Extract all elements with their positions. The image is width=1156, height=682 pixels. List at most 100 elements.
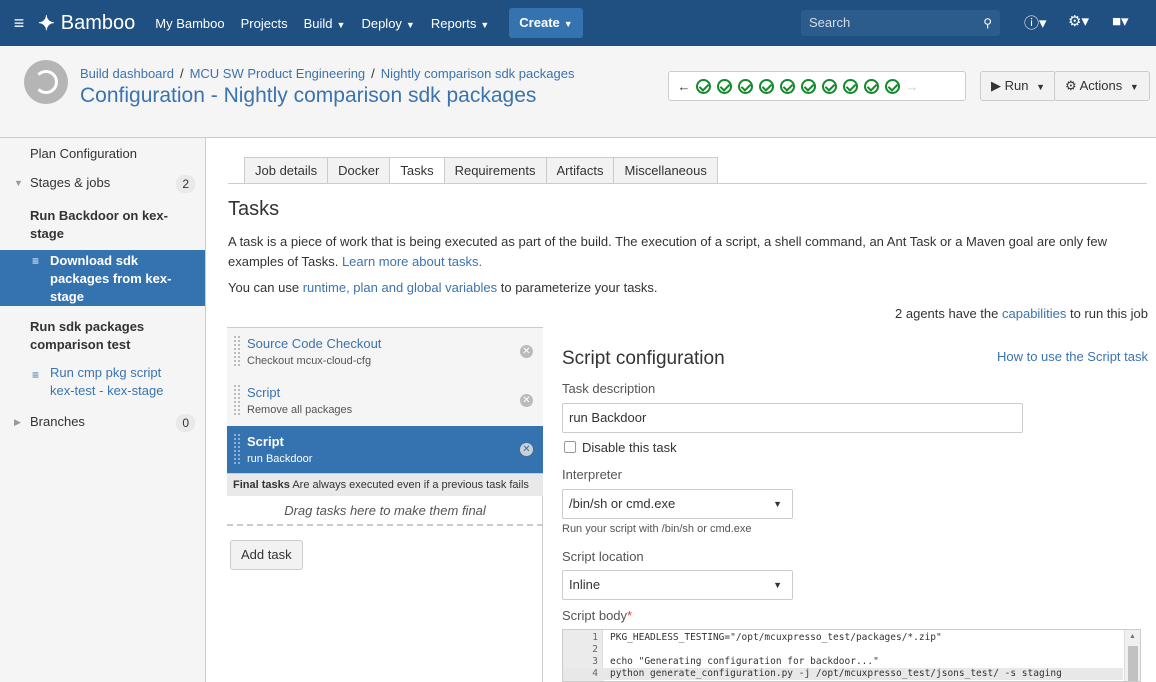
search-input[interactable]: Search ⚲	[801, 10, 1000, 36]
capabilities-link[interactable]: capabilities	[1002, 306, 1066, 321]
chevron-down-icon: ▼	[1129, 82, 1139, 92]
tab-miscellaneous[interactable]: Miscellaneous	[614, 157, 718, 184]
chevron-down-icon: ▼	[563, 19, 573, 29]
line-number: 3	[592, 656, 598, 667]
run-button[interactable]: ▶ Run ▼	[980, 71, 1057, 101]
result-check-icon[interactable]	[801, 78, 816, 94]
job-list-icon: ≡	[32, 368, 40, 382]
scroll-up-arrow-icon[interactable]: ▲	[1129, 633, 1136, 640]
sidebar-job-download-sdk[interactable]: ≡ Download sdk packages from kex-stage	[0, 250, 205, 306]
nav-deploy[interactable]: Deploy ▼	[361, 16, 414, 31]
tasks-intro: A task is a piece of work that is being …	[228, 232, 1143, 272]
result-check-icon[interactable]	[717, 78, 732, 94]
tab-requirements[interactable]: Requirements	[444, 157, 547, 184]
expand-triangle-icon[interactable]: ▼	[14, 178, 23, 188]
result-check-icon[interactable]	[738, 78, 753, 94]
sidebar-stage-comparison[interactable]: Run sdk packages comparison test	[0, 318, 205, 354]
variables-pre: You can use	[228, 280, 300, 295]
nav-my-bamboo[interactable]: My Bamboo	[155, 16, 224, 31]
agents-note: 2 agents have the capabilities to run th…	[895, 306, 1148, 321]
breadcrumb-plan[interactable]: Nightly comparison sdk packages	[381, 66, 575, 81]
branches-label: Branches	[30, 414, 85, 429]
variables-link[interactable]: runtime, plan and global variables	[303, 280, 497, 295]
task-description: Checkout mcux-cloud-cfg	[247, 355, 372, 367]
tab-job-details[interactable]: Job details	[244, 157, 329, 184]
help-icon[interactable]: ⓘ▾	[1024, 12, 1047, 33]
drag-handle-icon[interactable]	[234, 336, 240, 366]
sidebar-item-plan-configuration[interactable]: Plan Configuration	[0, 146, 205, 161]
chevron-down-icon: ▼	[773, 499, 782, 509]
actions-label: Actions	[1079, 78, 1123, 93]
code-text: PKG_HEADLESS_TESTING="/opt/mcuxpresso_te…	[610, 632, 942, 643]
result-check-icon[interactable]	[696, 78, 711, 94]
drag-handle-icon[interactable]	[234, 385, 240, 415]
script-help-link[interactable]: How to use the Script task	[997, 349, 1148, 364]
add-task-button[interactable]: Add task	[230, 540, 303, 570]
stages-count-badge: 2	[176, 175, 195, 193]
interpreter-select[interactable]: /bin/sh or cmd.exe ▼	[562, 489, 793, 519]
sidebar-item-stages-jobs[interactable]: ▼ Stages & jobs 2	[0, 175, 205, 193]
result-check-icon[interactable]	[780, 78, 795, 94]
create-button[interactable]: Create ▼	[509, 8, 583, 38]
line-number: 4	[592, 668, 598, 679]
final-tasks-note: Are always executed even if a previous t…	[292, 479, 529, 491]
tab-docker[interactable]: Docker	[328, 157, 391, 184]
learn-more-link[interactable]: Learn more about tasks.	[342, 254, 482, 269]
task-item-selected[interactable]: Script run Backdoor ✕	[227, 426, 543, 474]
menu-icon[interactable]: ≡	[0, 13, 38, 34]
job-tabs: Job details Docker Tasks Requirements Ar…	[244, 157, 718, 184]
tab-artifacts[interactable]: Artifacts	[546, 157, 615, 184]
agents-pre: 2 agents have the	[895, 306, 999, 321]
final-tasks-dropzone[interactable]: Drag tasks here to make them final	[227, 496, 543, 526]
next-arrow-icon[interactable]: →	[903, 79, 921, 94]
editor-scrollbar[interactable]: ▲	[1124, 630, 1140, 681]
nav-reports[interactable]: Reports ▼	[431, 16, 489, 31]
job-cmp-label: Run cmp pkg script kex-test - kex-stage	[50, 365, 164, 398]
sidebar-stage-backdoor[interactable]: Run Backdoor on kex-stage	[0, 207, 205, 243]
delete-icon[interactable]: ✕	[520, 443, 533, 456]
bamboo-logo[interactable]: ✦ Bamboo	[38, 11, 135, 36]
run-label: Run	[1004, 78, 1029, 93]
chevron-down-icon: ▼	[773, 580, 782, 590]
result-check-icon[interactable]	[843, 78, 858, 94]
result-check-icon[interactable]	[822, 78, 837, 94]
plan-avatar	[24, 60, 68, 104]
nav-reports-label: Reports	[430, 15, 477, 31]
result-check-icon[interactable]	[759, 78, 774, 94]
script-body-label-text: Script body	[562, 608, 628, 623]
gear-icon: ⚙	[1065, 78, 1077, 93]
search-icon[interactable]: ⚲	[983, 10, 992, 36]
gear-icon[interactable]: ⚙▾	[1068, 12, 1089, 30]
interpreter-label: Interpreter	[562, 467, 622, 482]
task-item[interactable]: Source Code Checkout Checkout mcux-cloud…	[227, 328, 543, 378]
user-avatar-icon[interactable]: ■▾	[1112, 12, 1129, 30]
sidebar: Plan Configuration ▼ Stages & jobs 2 Run…	[0, 138, 206, 682]
result-check-icon[interactable]	[885, 78, 900, 94]
sidebar-job-cmp-pkg[interactable]: ≡ Run cmp pkg script kex-test - kex-stag…	[0, 364, 205, 400]
scrollbar-thumb[interactable]	[1128, 646, 1138, 681]
nav-build[interactable]: Build ▼	[304, 16, 346, 31]
nav-projects[interactable]: Projects	[241, 16, 288, 31]
task-description-field[interactable]: run Backdoor	[562, 403, 1023, 433]
actions-button[interactable]: ⚙ Actions ▼	[1054, 71, 1150, 101]
play-icon: ▶	[991, 78, 1001, 93]
script-location-select[interactable]: Inline ▼	[562, 570, 793, 600]
interpreter-value: /bin/sh or cmd.exe	[569, 496, 676, 511]
delete-icon[interactable]: ✕	[520, 394, 533, 407]
breadcrumb: Build dashboard / MCU SW Product Engineeri…	[80, 66, 574, 81]
disable-task-checkbox[interactable]	[564, 441, 576, 453]
sidebar-item-branches[interactable]: ▶ Branches 0	[0, 414, 205, 432]
previous-arrow-icon[interactable]: ←	[675, 79, 693, 94]
task-name: Script	[247, 434, 284, 449]
drag-handle-icon[interactable]	[234, 434, 240, 464]
breadcrumb-build-dashboard[interactable]: Build dashboard	[80, 66, 174, 81]
result-check-icon[interactable]	[864, 78, 879, 94]
breadcrumb-project[interactable]: MCU SW Product Engineering	[190, 66, 366, 81]
create-label: Create	[519, 15, 560, 30]
collapse-triangle-icon[interactable]: ▶	[14, 417, 21, 428]
tabs-divider	[228, 183, 1147, 184]
task-item[interactable]: Script Remove all packages ✕	[227, 377, 543, 427]
delete-icon[interactable]: ✕	[520, 345, 533, 358]
tab-tasks[interactable]: Tasks	[390, 157, 445, 184]
script-body-editor[interactable]: 1 PKG_HEADLESS_TESTING="/opt/mcuxpresso_t…	[562, 629, 1141, 682]
